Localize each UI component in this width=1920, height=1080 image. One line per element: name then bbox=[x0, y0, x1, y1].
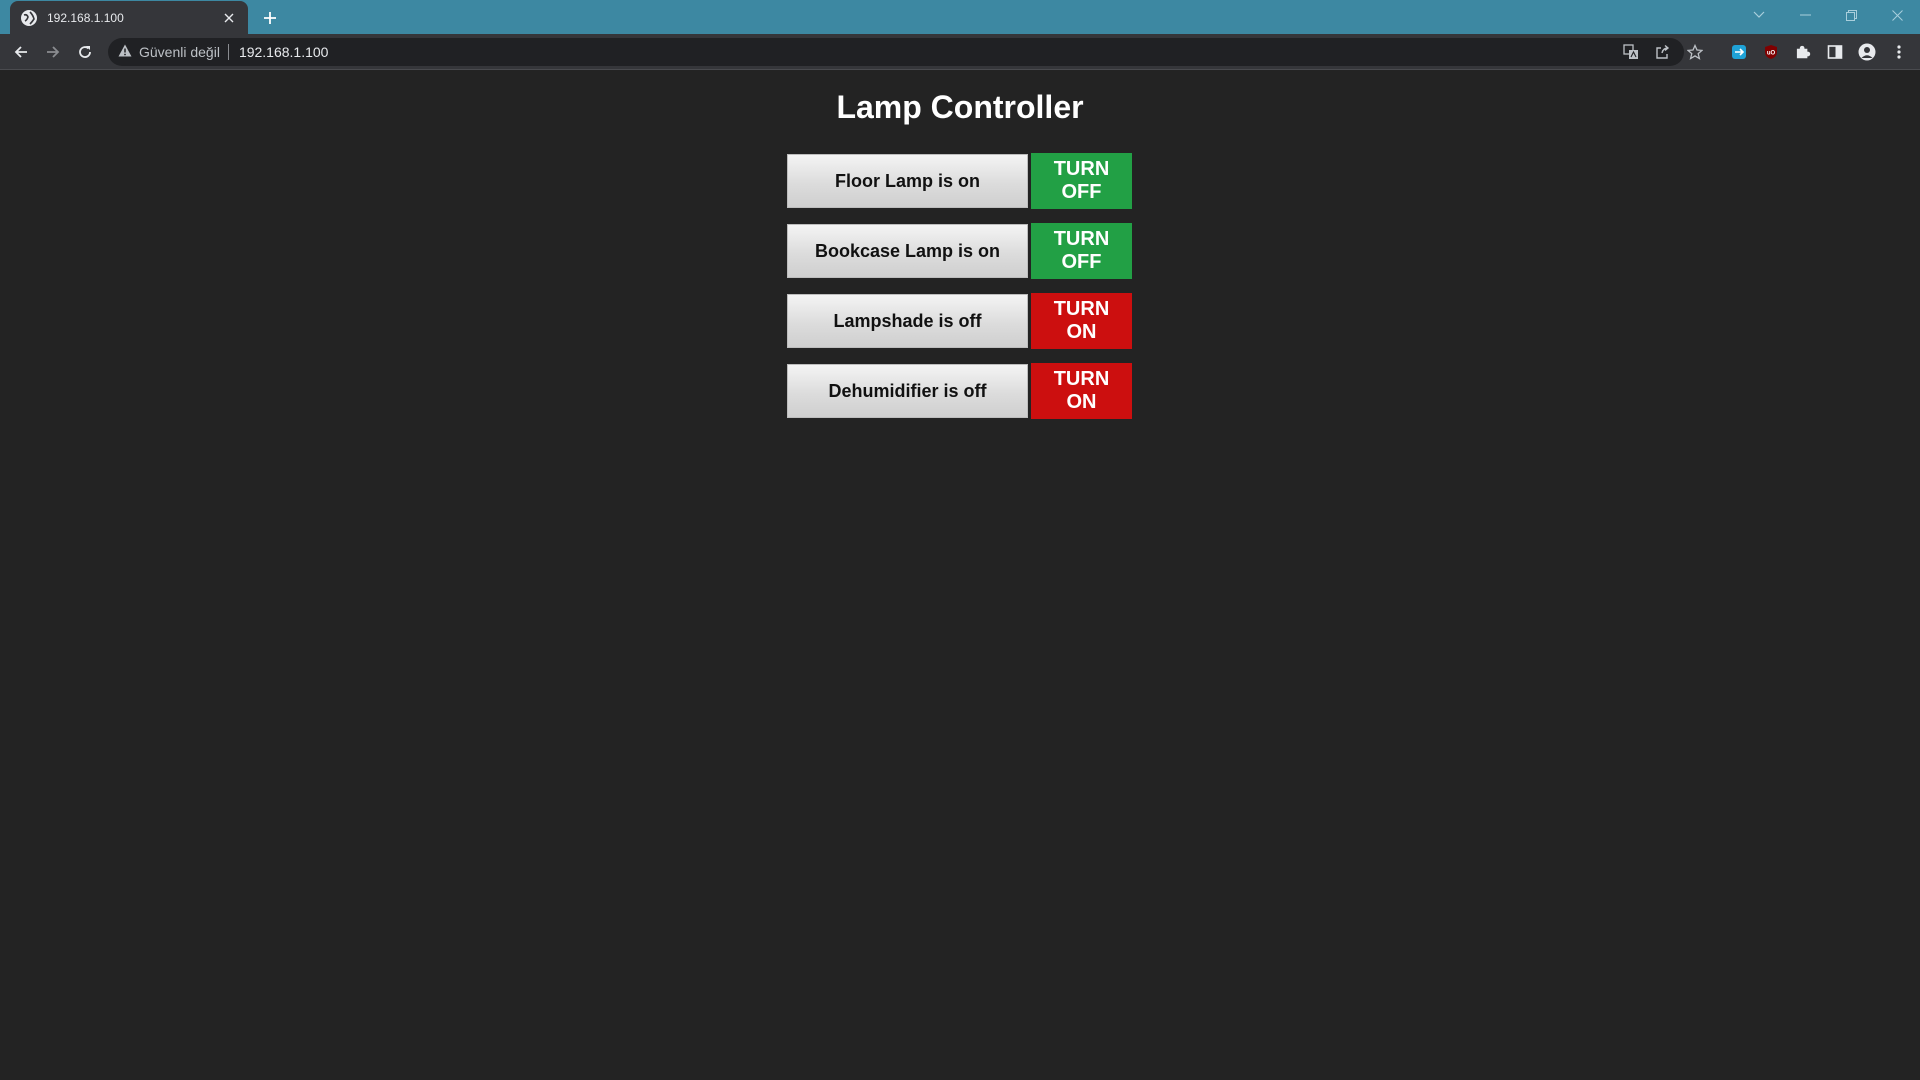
profile-icon[interactable] bbox=[1856, 41, 1878, 63]
button-text-line1: TURN bbox=[1053, 368, 1110, 390]
button-text-line2: ON bbox=[1066, 321, 1097, 343]
button-text-line1: TURN bbox=[1053, 228, 1110, 250]
close-icon[interactable] bbox=[220, 9, 238, 27]
translate-icon[interactable] bbox=[1621, 42, 1641, 62]
device-row-bookcase-lamp: Bookcase Lamp is on TURN OFF bbox=[787, 223, 1132, 279]
device-status-label: Dehumidifier is off bbox=[787, 364, 1028, 418]
security-label: Güvenli değil bbox=[139, 44, 220, 60]
device-status-label: Lampshade is off bbox=[787, 294, 1028, 348]
button-text-line1: TURN bbox=[1053, 298, 1110, 320]
share-icon[interactable] bbox=[1653, 42, 1673, 62]
svg-text:uO: uO bbox=[1767, 51, 1776, 57]
warning-triangle-icon bbox=[118, 44, 132, 60]
turn-on-button[interactable]: TURN ON bbox=[1031, 293, 1132, 349]
restore-icon[interactable] bbox=[1828, 0, 1874, 30]
browser-tab[interactable]: 192.168.1.100 bbox=[10, 1, 248, 34]
device-row-dehumidifier: Dehumidifier is off TURN ON bbox=[787, 363, 1132, 419]
device-row-floor-lamp: Floor Lamp is on TURN OFF bbox=[787, 153, 1132, 209]
arrow-left-icon[interactable] bbox=[8, 39, 34, 65]
address-separator bbox=[227, 44, 229, 60]
arrow-right-icon[interactable] bbox=[40, 39, 66, 65]
device-row-lampshade: Lampshade is off TURN ON bbox=[787, 293, 1132, 349]
close-window-icon[interactable] bbox=[1874, 0, 1920, 30]
side-panel-icon[interactable] bbox=[1824, 41, 1846, 63]
tab-title: 192.168.1.100 bbox=[47, 10, 124, 25]
browser-tabstrip: 192.168.1.100 bbox=[0, 0, 1920, 34]
page-content: Lamp Controller Floor Lamp is on TURN OFF… bbox=[0, 71, 1920, 1080]
kebab-menu-icon[interactable] bbox=[1888, 41, 1910, 63]
ublock-origin-icon[interactable]: uO bbox=[1760, 41, 1782, 63]
page-title: Lamp Controller bbox=[836, 89, 1084, 125]
turn-on-button[interactable]: TURN ON bbox=[1031, 363, 1132, 419]
minimize-icon[interactable] bbox=[1782, 0, 1828, 30]
browser-toolbar: Güvenli değil 192.168.1.100 uO bbox=[0, 34, 1920, 70]
turn-off-button[interactable]: TURN OFF bbox=[1031, 153, 1132, 209]
security-chip[interactable]: Güvenli değil bbox=[118, 44, 220, 60]
button-text-line2: ON bbox=[1066, 391, 1097, 413]
button-text-line2: OFF bbox=[1061, 181, 1102, 203]
turn-off-button[interactable]: TURN OFF bbox=[1031, 223, 1132, 279]
button-text-line1: TURN bbox=[1053, 158, 1110, 180]
plus-icon[interactable] bbox=[258, 6, 282, 30]
device-status-label: Floor Lamp is on bbox=[787, 154, 1028, 208]
address-bar[interactable]: Güvenli değil 192.168.1.100 bbox=[108, 38, 1703, 66]
url-text[interactable]: 192.168.1.100 bbox=[239, 44, 329, 60]
tab-search-icon[interactable] bbox=[1736, 0, 1782, 30]
puzzle-icon[interactable] bbox=[1792, 41, 1814, 63]
star-icon[interactable] bbox=[1685, 42, 1705, 62]
reload-icon[interactable] bbox=[72, 39, 98, 65]
globe-icon bbox=[21, 9, 37, 26]
device-status-label: Bookcase Lamp is on bbox=[787, 224, 1028, 278]
extension-translate-icon[interactable] bbox=[1728, 41, 1750, 63]
button-text-line2: OFF bbox=[1061, 251, 1102, 273]
